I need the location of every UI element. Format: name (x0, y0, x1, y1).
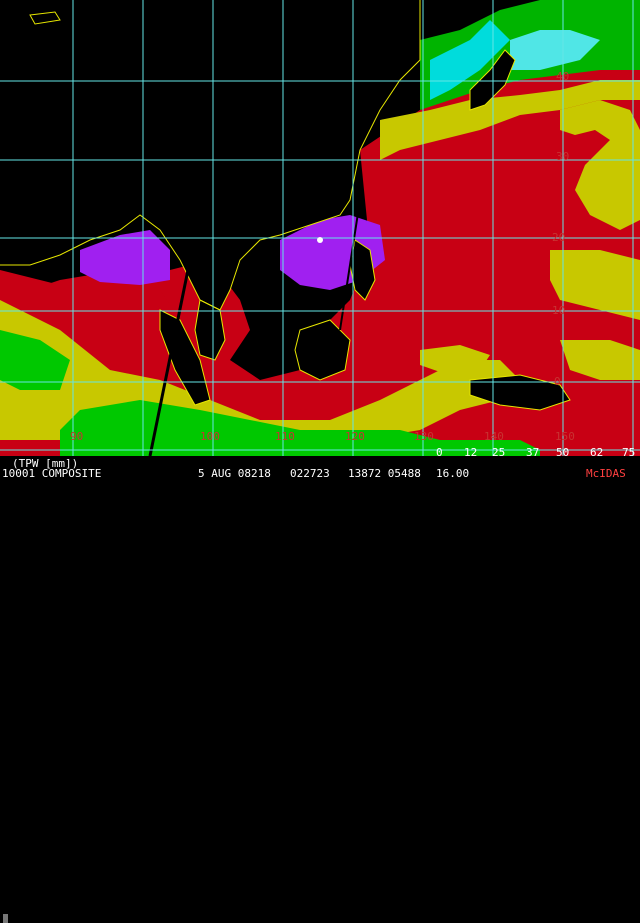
lat-label-0: 0 (554, 375, 561, 388)
time-label: 022723 (290, 467, 330, 480)
lon-label-130: 130 (414, 430, 434, 443)
composite-label: 10001 COMPOSITE (2, 467, 102, 480)
lon-label-140: 140 (484, 430, 504, 443)
lon-label-110: 110 (275, 430, 295, 443)
lat-label-20: 20 (552, 231, 566, 244)
location-marker (317, 237, 323, 243)
footer-indicator (3, 914, 8, 923)
lat-label-40: 40 (556, 70, 570, 83)
lon-label-90: 90 (70, 430, 84, 443)
credit-label: McIDAS (586, 467, 626, 480)
extra-label: 16.00 (436, 467, 470, 480)
date-label: 5 AUG 08218 (198, 467, 271, 480)
tpw-map (0, 0, 640, 456)
lon-label-150: 150 (555, 430, 575, 443)
lat-label-30: 30 (556, 150, 570, 163)
lon-label-120: 120 (345, 430, 365, 443)
numbers-label: 13872 05488 (348, 467, 421, 480)
lon-label-100: 100 (200, 430, 220, 443)
status-footer: (TPW [mm]) 10001 COMPOSITE 5 AUG 08218 0… (0, 456, 640, 923)
lat-label-10: 10 (552, 304, 566, 317)
